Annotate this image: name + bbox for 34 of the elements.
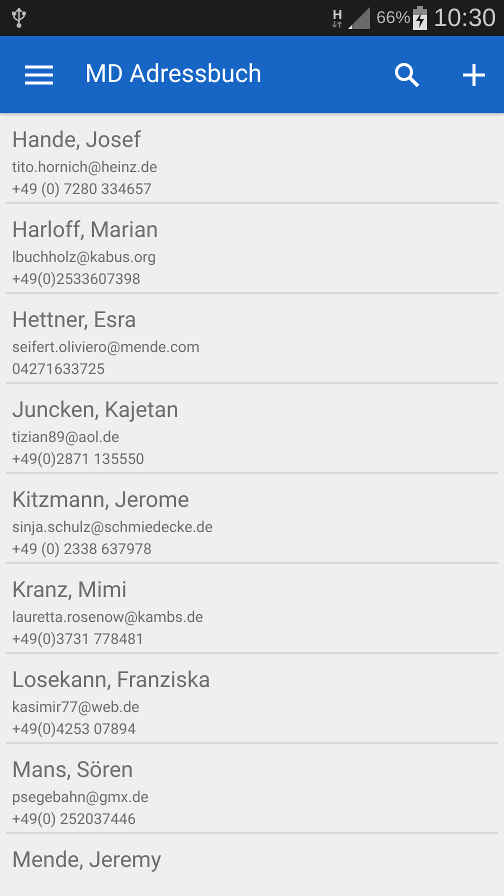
contact-phone: +49(0)3731 778481 [12,629,144,650]
contact-phone: +49 (0) 7280 334657 [12,179,152,200]
contact-email: seifert.oliviero@mende.com [12,337,200,358]
contact-email: sinja.schulz@schmiedecke.de [12,517,213,538]
contact-email: tizian89@aol.de [12,427,120,448]
contact-phone: +49(0)2533607398 [12,269,140,290]
contact-email: kasimir77@web.de [12,697,140,718]
add-icon[interactable] [462,62,486,86]
battery-charging-icon [413,6,428,30]
usb-icon [12,8,26,28]
contact-email: lauretta.rosenow@kambs.de [12,607,204,628]
contact-name: Hettner, Esra [12,307,136,335]
contact-name: Mans, Sören [12,757,134,785]
clock: 10:30 [433,4,496,32]
contact-phone: +49 (0) 2338 637978 [12,539,152,560]
contact-phone: 04271633725 [12,359,105,380]
contact-email: lbuchholz@kabus.org [12,247,156,268]
search-icon[interactable] [394,62,420,88]
contact-name: Kitzmann, Jerome [12,487,190,515]
contact-name: Mende, Jeremy [12,847,162,875]
contact-email: tito.hornich@heinz.de [12,157,158,178]
battery-percentage: 66% [376,8,410,28]
app-title: MD Adressbuch [85,60,263,89]
contact-name: Harloff, Marian [12,217,158,245]
contact-name: Hande, Josef [12,127,142,155]
contact-phone: +49(0)2871 135550 [12,449,144,470]
contact-name: Losekann, Franziska [12,667,210,695]
contact-name: Kranz, Mimi [12,577,127,605]
signal-icon [348,7,370,29]
contact-name: Juncken, Kajetan [12,397,178,425]
menu-icon[interactable] [25,64,53,84]
contact-phone: +49(0)4253 07894 [12,719,136,740]
contact-email: psegebahn@gmx.de [12,787,148,808]
contact-phone: +49(0) 252037446 [12,809,136,830]
